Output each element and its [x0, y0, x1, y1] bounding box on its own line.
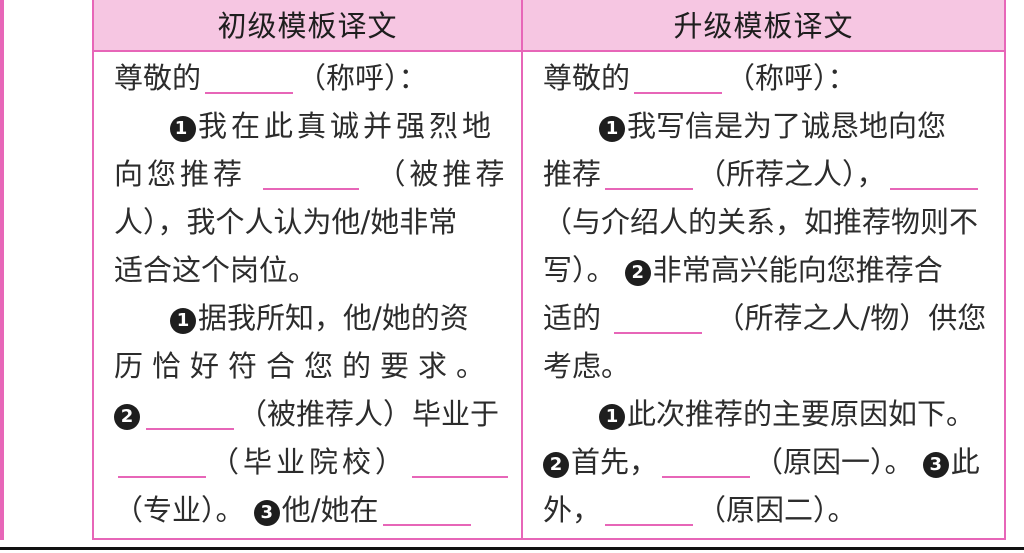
fill-blank: [634, 62, 723, 94]
circled-number-icon: 2: [543, 452, 569, 478]
line: 外， （原因二）。: [543, 486, 993, 534]
line: 适合这个岗位。: [114, 246, 506, 294]
fill-blank: [146, 398, 234, 430]
line: 2 （被推荐人）毕业于: [114, 390, 506, 438]
fill-blank: [382, 494, 471, 526]
line: 尊敬的 （称呼）：: [543, 54, 993, 102]
line: 2 首先， （原因一）。 3此: [543, 438, 993, 486]
text: 适的: [543, 301, 602, 335]
text: 非常高兴能向您推荐合: [652, 253, 943, 287]
text: （称呼）：: [726, 61, 857, 95]
text: 外，: [543, 493, 602, 527]
circled-number-icon: 1: [599, 116, 625, 142]
fill-blank: [614, 302, 703, 334]
fill-blank: [662, 446, 751, 478]
circled-number-icon: 1: [170, 308, 196, 334]
text: 我在此真诚并强烈地: [198, 109, 496, 143]
text: （原因一）。: [754, 445, 914, 479]
text: （所荐之人/物）供您: [715, 301, 987, 335]
text: （原因二）。: [697, 493, 857, 527]
text: （称呼）：: [297, 61, 428, 95]
table-header: 初级模板译文 升级模板译文: [94, 0, 1004, 52]
fill-blank: [605, 494, 694, 526]
fill-blank: [412, 446, 509, 478]
text: 此: [950, 445, 980, 479]
line: 适的 （所荐之人/物）供您: [543, 294, 993, 342]
line: 1 我在此真诚并强烈地: [114, 102, 506, 150]
text: 向您推荐: [114, 157, 247, 191]
text: 推荐: [543, 157, 602, 191]
fill-blank: [263, 158, 360, 190]
line: 1 此次推荐的主要原因如下。: [543, 390, 993, 438]
fill-blank: [605, 158, 694, 190]
line: 考虑。: [543, 342, 993, 390]
line: （专业）。 3 他/她在: [114, 486, 506, 534]
text: 历恰好符合您的要求。: [114, 349, 495, 383]
page-bottom-rule: [0, 547, 1024, 550]
circled-number-icon: 2: [114, 404, 140, 430]
circled-number-icon: 3: [253, 500, 280, 526]
line: 推荐 （所荐之人），: [543, 150, 993, 198]
advanced-template-text: 尊敬的 （称呼）： 1 我写信是为了诚恳地向您 推荐 （所荐之人）， （与介绍人的关系…: [543, 54, 993, 534]
fill-blank: [889, 158, 978, 190]
text: 据我所知，他/她的资: [198, 301, 469, 335]
text: 尊敬的: [543, 61, 631, 95]
circled-number-icon: 1: [599, 404, 625, 430]
line: 尊敬的 （称呼）：: [114, 54, 506, 102]
line: （毕业院校）: [114, 438, 509, 486]
text: 写）。: [543, 253, 616, 287]
basic-template-text: 尊敬的 （称呼）： 1 我在此真诚并强烈地 向您推荐 （被推荐 人），我个人认为他/…: [114, 54, 509, 534]
left-margin-rule: [0, 0, 4, 540]
line: （与介绍人的关系，如推荐物则不: [543, 198, 993, 246]
line: 写）。 2 非常高兴能向您推荐合: [543, 246, 993, 294]
text: 考虑。: [543, 349, 631, 383]
text: 首先，: [571, 445, 659, 479]
line: 人），我个人认为他/她非常: [114, 198, 506, 246]
text: （被推荐: [376, 157, 509, 191]
text: 适合这个岗位。: [114, 253, 318, 287]
line: 历恰好符合您的要求。: [114, 342, 506, 390]
text: 我写信是为了诚恳地向您: [627, 109, 947, 143]
circled-number-icon: 2: [624, 260, 651, 286]
column-divider: [521, 0, 523, 540]
fill-blank: [118, 446, 206, 478]
text: （与介绍人的关系，如推荐物则不: [543, 205, 979, 239]
template-comparison-table: 初级模板译文 升级模板译文 尊敬的 （称呼）： 1 我在此真诚并强烈地 向您推荐 （…: [92, 0, 1006, 540]
header-basic-template: 初级模板译文: [217, 9, 398, 43]
line: 1 据我所知，他/她的资: [114, 294, 506, 342]
header-advanced-template: 升级模板译文: [673, 9, 854, 43]
text: 他/她在: [281, 493, 379, 527]
text: 人），我个人认为他/她非常: [114, 205, 458, 239]
fill-blank: [205, 62, 294, 94]
text: （所荐之人），: [697, 157, 886, 191]
circled-number-icon: 3: [922, 452, 949, 478]
text: 尊敬的: [114, 61, 202, 95]
circled-number-icon: 1: [170, 116, 196, 142]
text: （专业）。: [114, 493, 245, 527]
text: 此次推荐的主要原因如下。: [627, 397, 976, 431]
text: （毕业院校）: [210, 445, 409, 479]
line: 1 我写信是为了诚恳地向您: [543, 102, 993, 150]
text: （被推荐人）毕业于: [238, 397, 500, 431]
line: 向您推荐 （被推荐: [114, 150, 506, 198]
